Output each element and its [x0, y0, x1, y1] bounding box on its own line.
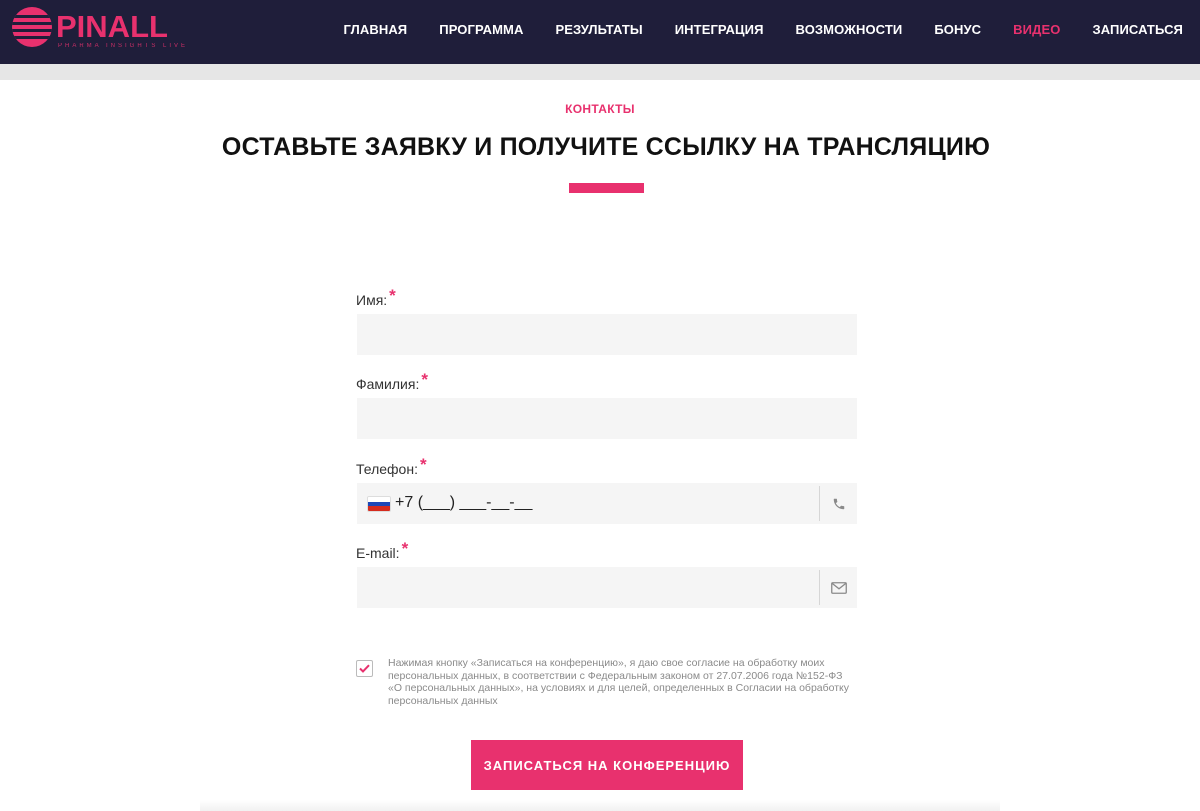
email-field[interactable]: [357, 567, 857, 608]
phone-icon: [819, 486, 857, 521]
header-divider: [0, 64, 1200, 80]
section-eyebrow: КОНТАКТЫ: [565, 102, 635, 116]
phone-label-text: Телефон:: [356, 461, 418, 477]
nav-item-program[interactable]: ПРОГРАММА: [439, 22, 523, 37]
nav-item-signup[interactable]: ЗАПИСАТЬСЯ: [1092, 22, 1183, 37]
last-name-label: Фамилия: *: [356, 370, 428, 394]
email-label: E-mail: *: [356, 539, 408, 563]
main-nav: ГЛАВНАЯ ПРОГРАММА РЕЗУЛЬТАТЫ ИНТЕГРАЦИЯ …: [311, 0, 1200, 58]
checkmark-icon: [359, 664, 370, 673]
consent-checkbox[interactable]: [356, 660, 373, 677]
last-name-field[interactable]: [357, 398, 857, 439]
first-name-field[interactable]: [357, 314, 857, 355]
envelope-icon: [819, 570, 857, 605]
phone-field[interactable]: +7 (___) ___-__-__: [357, 483, 857, 524]
required-mark: *: [389, 286, 396, 305]
required-mark: *: [401, 539, 409, 558]
brand-logo[interactable]: PINALL PHARMA INSIGHTS LIVE: [12, 7, 192, 51]
email-label-text: E-mail:: [356, 545, 400, 561]
nav-item-home[interactable]: ГЛАВНАЯ: [343, 22, 407, 37]
nav-item-results[interactable]: РЕЗУЛЬТАТЫ: [555, 22, 642, 37]
nav-item-bonus[interactable]: БОНУС: [934, 22, 981, 37]
phone-value: +7 (___) ___-__-__: [395, 494, 533, 511]
russia-flag-icon[interactable]: [367, 496, 391, 512]
nav-item-video[interactable]: ВИДЕО: [1013, 22, 1060, 37]
first-name-label: Имя: *: [356, 286, 396, 310]
first-name-label-text: Имя:: [356, 292, 388, 308]
logo-tagline: PHARMA INSIGHTS LIVE: [58, 43, 189, 49]
logo-mark-icon: [12, 7, 52, 47]
last-name-label-text: Фамилия:: [356, 376, 420, 392]
nav-item-features[interactable]: ВОЗМОЖНОСТИ: [796, 22, 903, 37]
phone-label: Телефон: *: [356, 455, 427, 479]
required-mark: *: [421, 370, 428, 389]
page-title: ОСТАВЬТЕ ЗАЯВКУ И ПОЛУЧИТЕ ССЫЛКУ НА ТРА…: [221, 133, 991, 161]
title-accent-divider: [569, 183, 644, 193]
required-mark: *: [419, 455, 427, 474]
bottom-shadow: [200, 800, 1000, 811]
logo-text: PINALL: [56, 9, 168, 44]
consent-text: Нажимая кнопку «Записаться на конференци…: [388, 657, 850, 707]
submit-button[interactable]: ЗАПИСАТЬСЯ НА КОНФЕРЕНЦИЮ: [471, 740, 743, 790]
nav-item-integration[interactable]: ИНТЕГРАЦИЯ: [675, 22, 764, 37]
site-header: PINALL PHARMA INSIGHTS LIVE ГЛАВНАЯ ПРОГ…: [0, 0, 1200, 64]
